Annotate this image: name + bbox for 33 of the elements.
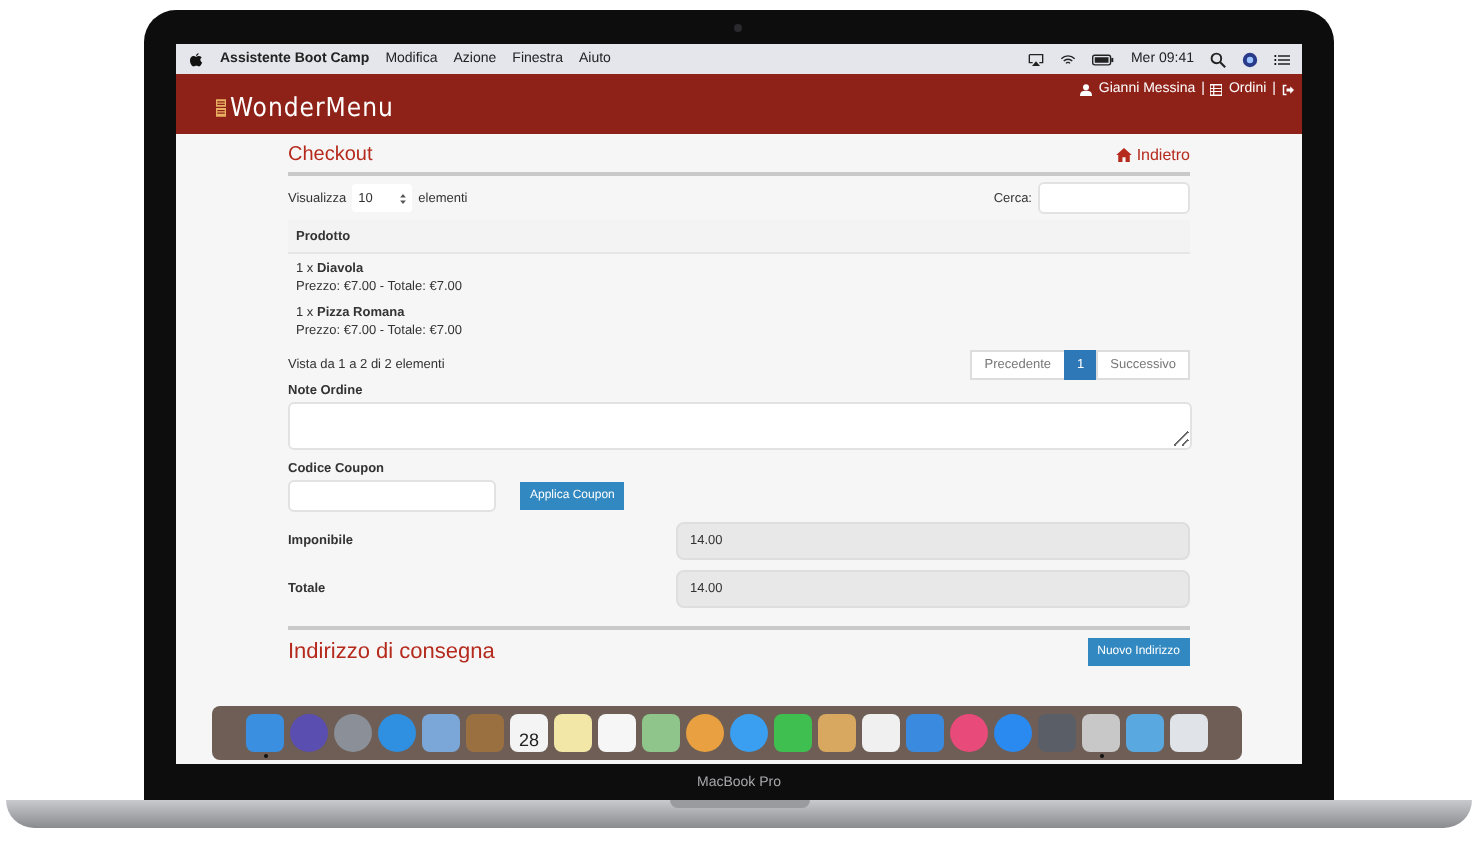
notes-field[interactable] [288,402,1192,450]
app-icon[interactable] [686,713,724,751]
airplay-icon[interactable] [1028,51,1045,67]
brand-name[interactable]: WonderMenu [230,93,394,123]
apple-logo-icon[interactable] [188,51,204,67]
search-icon[interactable] [1210,51,1226,67]
wifi-icon[interactable] [1060,51,1077,67]
app-icon[interactable] [598,713,636,751]
page-title: Checkout [288,144,373,166]
camera-icon [734,24,742,32]
sort-arrows-icon [400,193,407,203]
back-link[interactable]: Indietro [1116,146,1190,164]
app-icon[interactable] [862,713,900,751]
search-field[interactable] [1038,182,1190,214]
app-icon[interactable] [554,713,592,751]
app-icon[interactable] [642,713,680,751]
user-icon [1080,84,1093,96]
home-icon [1116,148,1133,162]
app-icon[interactable] [818,713,856,751]
battery-icon[interactable] [1092,51,1115,67]
app-icon[interactable] [774,713,812,751]
coupon-field[interactable] [288,480,496,512]
calendar-icon[interactable]: 28 [510,713,548,751]
app-icon[interactable] [1126,713,1164,751]
app-icon[interactable] [422,713,460,751]
logout-icon[interactable] [1282,84,1294,96]
app-icon[interactable] [1082,713,1120,751]
list-icon [1210,84,1223,96]
logo-icon [216,98,226,118]
app-icon[interactable] [1170,713,1208,751]
siri-icon[interactable] [1242,51,1258,67]
section-title: Indirizzo di consegna [288,640,495,664]
list-icon[interactable] [1274,51,1290,67]
